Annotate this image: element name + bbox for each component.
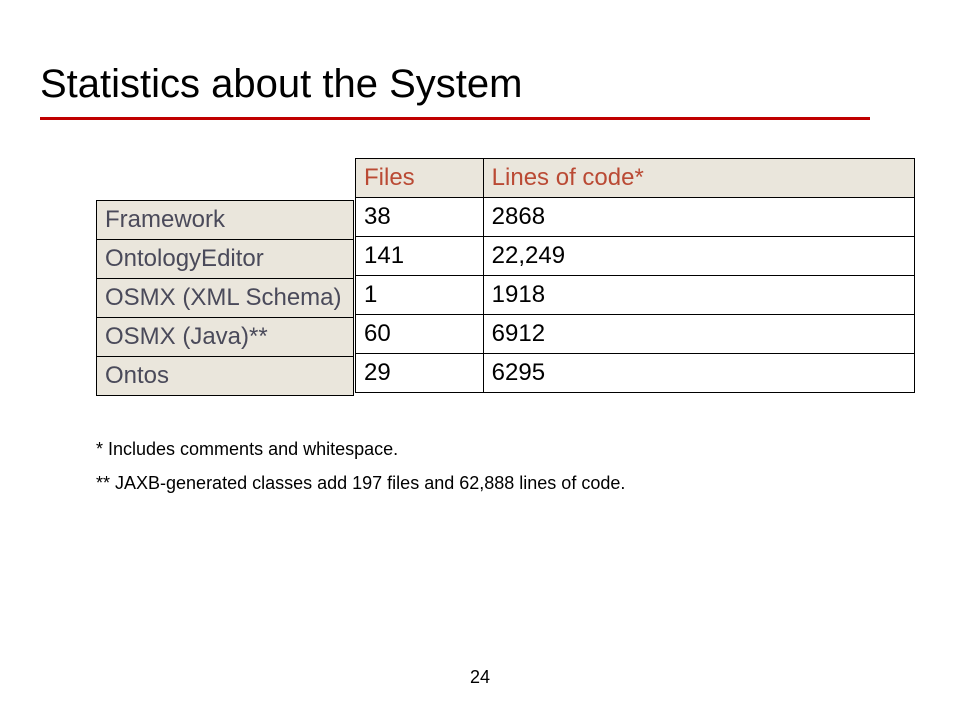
row-label: OSMX (Java)** xyxy=(97,318,354,357)
table-row: 1 1918 xyxy=(356,276,915,315)
table-row: 60 6912 xyxy=(356,315,915,354)
cell-files: 141 xyxy=(356,237,484,276)
col-header-lines: Lines of code* xyxy=(483,159,914,198)
col-header-files: Files xyxy=(356,159,484,198)
cell-files: 1 xyxy=(356,276,484,315)
cell-files: 29 xyxy=(356,354,484,393)
row-label: Ontos xyxy=(97,357,354,396)
row-label: OSMX (XML Schema) xyxy=(97,279,354,318)
row-label: OntologyEditor xyxy=(97,240,354,279)
footnote-1: * Includes comments and whitespace. xyxy=(96,432,625,466)
table-row: 29 6295 xyxy=(356,354,915,393)
cell-lines: 1918 xyxy=(483,276,914,315)
cell-lines: 6295 xyxy=(483,354,914,393)
cell-lines: 22,249 xyxy=(483,237,914,276)
stats-table: Files Lines of code* 38 2868 141 22,249 … xyxy=(355,158,915,393)
row-label: Framework xyxy=(97,201,354,240)
page-title: Statistics about the System xyxy=(40,62,870,107)
table-row: 38 2868 xyxy=(356,198,915,237)
cell-lines: 2868 xyxy=(483,198,914,237)
title-underline xyxy=(40,117,870,120)
slide: Statistics about the System Framework On… xyxy=(0,0,960,720)
footnote-2: ** JAXB-generated classes add 197 files … xyxy=(96,466,625,500)
cell-files: 60 xyxy=(356,315,484,354)
cell-lines: 6912 xyxy=(483,315,914,354)
footnotes: * Includes comments and whitespace. ** J… xyxy=(96,432,625,500)
title-block: Statistics about the System xyxy=(40,62,870,120)
cell-files: 38 xyxy=(356,198,484,237)
table-row: 141 22,249 xyxy=(356,237,915,276)
page-number: 24 xyxy=(0,667,960,688)
table-row-labels: Framework OntologyEditor OSMX (XML Schem… xyxy=(96,200,356,396)
